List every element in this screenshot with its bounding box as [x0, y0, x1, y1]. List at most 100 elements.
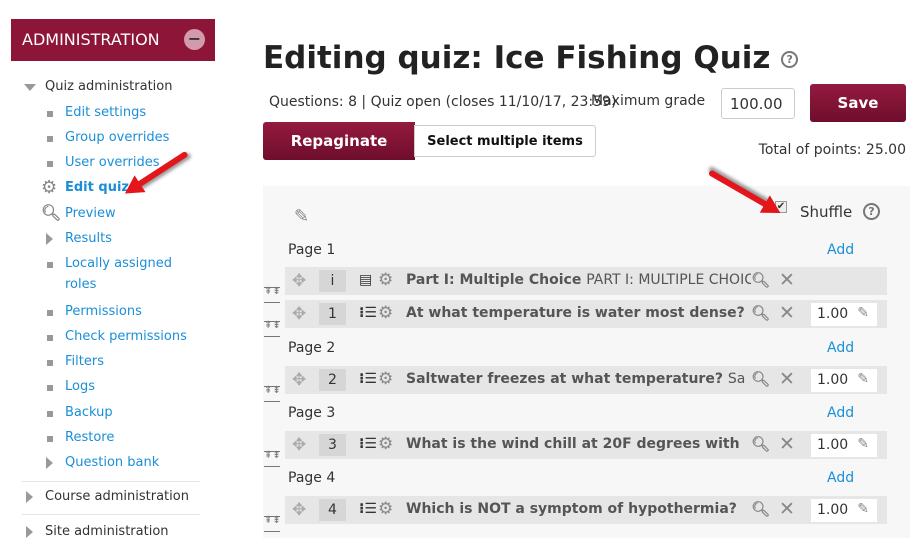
delete-icon[interactable]: ✕ — [779, 368, 795, 390]
sidebar-item-question-bank[interactable]: Question bank — [46, 455, 159, 470]
move-icon[interactable]: ✥ — [292, 271, 306, 291]
quiz-slot-row: ✥ 1 ⁝☰ ⚙ At what temperature is water most… — [285, 300, 887, 328]
total-points: Total of points: 25.00 — [758, 142, 906, 158]
delete-icon[interactable]: ✕ — [779, 302, 795, 324]
admin-title: ADMINISTRATION — [22, 30, 160, 49]
quiz-slot-row: ✥ 3 ⁝☰ ⚙ What is the wind chill at 20F deg… — [285, 431, 887, 459]
question-name[interactable]: What is the wind chill at 20F degrees wi… — [406, 436, 751, 452]
collapsed-icon — [26, 491, 33, 503]
edit-mark-pencil-icon: ✎ — [857, 305, 869, 321]
label: roles — [65, 277, 97, 292]
quiz-content-panel — [263, 186, 910, 538]
move-icon[interactable]: ✥ — [292, 370, 306, 390]
sidebar-item-logs[interactable]: Logs — [47, 379, 95, 394]
sidebar-item-preview[interactable]: 🔍︎ Preview — [41, 203, 116, 222]
bullet-icon — [47, 136, 53, 142]
bullet-icon — [47, 436, 53, 442]
sidebar-item-group-overrides[interactable]: Group overrides — [47, 130, 169, 145]
label: Locally assigned — [65, 256, 172, 271]
slot-number: 4 — [319, 499, 346, 521]
quiz-slot-row: ✥ i ▤ ⚙ Part I: Multiple Choice PART I: MU… — [285, 267, 887, 295]
gear-icon[interactable]: ⚙ — [378, 499, 393, 519]
sidebar-item-edit-settings[interactable]: Edit settings — [47, 105, 146, 120]
repaginate-icon[interactable]: ⇞⇟ — [264, 451, 281, 467]
bullet-icon — [47, 335, 53, 341]
question-name[interactable]: Part I: Multiple Choice PART I: MULTIPLE… — [406, 272, 751, 288]
bullet-icon — [47, 262, 53, 268]
add-menu[interactable]: Add — [827, 242, 854, 258]
quiz-administration[interactable]: Quiz administration — [24, 79, 173, 94]
delete-icon[interactable]: ✕ — [779, 433, 795, 455]
multichoice-icon: ⁝☰ — [359, 305, 377, 321]
quiz-info: Questions: 8 | Quiz open (closes 11/10/1… — [269, 94, 617, 110]
gear-icon[interactable]: ⚙ — [378, 434, 393, 454]
sidebar-item-user-overrides[interactable]: User overrides — [47, 155, 160, 170]
label: Filters — [65, 354, 104, 369]
label: Edit quiz — [65, 180, 129, 195]
help-icon[interactable]: ? — [863, 203, 880, 220]
preview-icon[interactable]: 🔍︎ — [751, 500, 770, 518]
preview-icon[interactable]: 🔍︎ — [751, 370, 770, 388]
preview-icon[interactable]: 🔍︎ — [751, 271, 770, 289]
label: Backup — [65, 405, 113, 420]
repaginate-icon[interactable]: ⇞⇟ — [264, 321, 281, 337]
repaginate-icon[interactable]: ⇞⇟ — [264, 386, 281, 402]
label: Course administration — [45, 489, 189, 504]
divider — [22, 514, 200, 515]
question-name[interactable]: At what temperature is water most dense? — [406, 305, 751, 321]
add-menu[interactable]: Add — [827, 470, 854, 486]
delete-icon[interactable]: ✕ — [779, 498, 795, 520]
gear-icon[interactable]: ⚙ — [378, 270, 393, 290]
sidebar-item-check-permissions[interactable]: Check permissions — [47, 329, 187, 344]
add-menu[interactable]: Add — [827, 340, 854, 356]
move-icon[interactable]: ✥ — [292, 304, 306, 324]
label: Preview — [65, 206, 116, 221]
question-name[interactable]: Saltwater freezes at what temperature? S… — [406, 371, 751, 387]
bullet-icon — [47, 111, 53, 117]
sidebar-item-edit-quiz[interactable]: ⚙ Edit quiz — [41, 177, 129, 198]
bullet-icon — [47, 161, 53, 167]
course-administration[interactable]: Course administration — [26, 489, 189, 504]
repaginate-button[interactable]: Repaginate — [263, 122, 415, 160]
select-multiple-items-button[interactable]: Select multiple items — [414, 125, 596, 157]
max-grade-input[interactable] — [721, 88, 795, 119]
preview-icon[interactable]: 🔍︎ — [751, 435, 770, 453]
max-mark[interactable]: 1.00 ✎ — [811, 369, 877, 392]
label: Quiz administration — [45, 79, 173, 94]
sidebar-item-permissions[interactable]: Permissions — [47, 304, 142, 319]
move-icon[interactable]: ✥ — [292, 435, 306, 455]
multichoice-icon: ⁝☰ — [359, 501, 377, 517]
quiz-slot-row: ✥ 2 ⁝☰ ⚙ Saltwater freezes at what tempera… — [285, 366, 887, 394]
edit-mark-pencil-icon: ✎ — [857, 436, 869, 452]
max-mark[interactable]: 1.00 ✎ — [811, 434, 877, 457]
sidebar-item-locally-assigned-roles[interactable]: Locally assigned roles — [47, 256, 172, 299]
collapsed-icon — [26, 526, 33, 538]
max-mark[interactable]: 1.00 ✎ — [811, 303, 877, 326]
edit-heading-pencil-icon[interactable]: ✎ — [294, 206, 309, 227]
slot-number: 3 — [319, 434, 346, 456]
collapsed-icon — [46, 233, 53, 245]
label: Results — [65, 231, 112, 246]
sidebar-item-restore[interactable]: Restore — [47, 430, 115, 445]
repaginate-icon[interactable]: ⇞⇟ — [264, 287, 281, 303]
help-icon[interactable]: ? — [781, 51, 799, 68]
sidebar-item-filters[interactable]: Filters — [47, 354, 104, 369]
quiz-slot-row: ✥ 4 ⁝☰ ⚙ Which is NOT a symptom of hypothe… — [285, 496, 887, 524]
sidebar-item-backup[interactable]: Backup — [47, 405, 113, 420]
site-administration[interactable]: Site administration — [26, 524, 169, 539]
gear-icon[interactable]: ⚙ — [378, 303, 393, 323]
gear-icon[interactable]: ⚙ — [378, 369, 393, 389]
collapse-icon[interactable]: − — [184, 29, 205, 50]
delete-icon[interactable]: ✕ — [779, 269, 795, 291]
question-name[interactable]: Which is NOT a symptom of hypothermia? — [406, 501, 751, 517]
move-icon[interactable]: ✥ — [292, 500, 306, 520]
repaginate-icon[interactable]: ⇞⇟ — [264, 516, 281, 532]
label: Restore — [65, 430, 115, 445]
preview-icon[interactable]: 🔍︎ — [751, 304, 770, 322]
save-button[interactable]: Save — [810, 84, 906, 122]
administration-block-header[interactable]: ADMINISTRATION − — [11, 19, 215, 61]
add-menu[interactable]: Add — [827, 405, 854, 421]
shuffle-label: Shuffle — [800, 203, 853, 221]
max-mark[interactable]: 1.00 ✎ — [811, 499, 877, 522]
sidebar-item-results[interactable]: Results — [46, 231, 112, 246]
